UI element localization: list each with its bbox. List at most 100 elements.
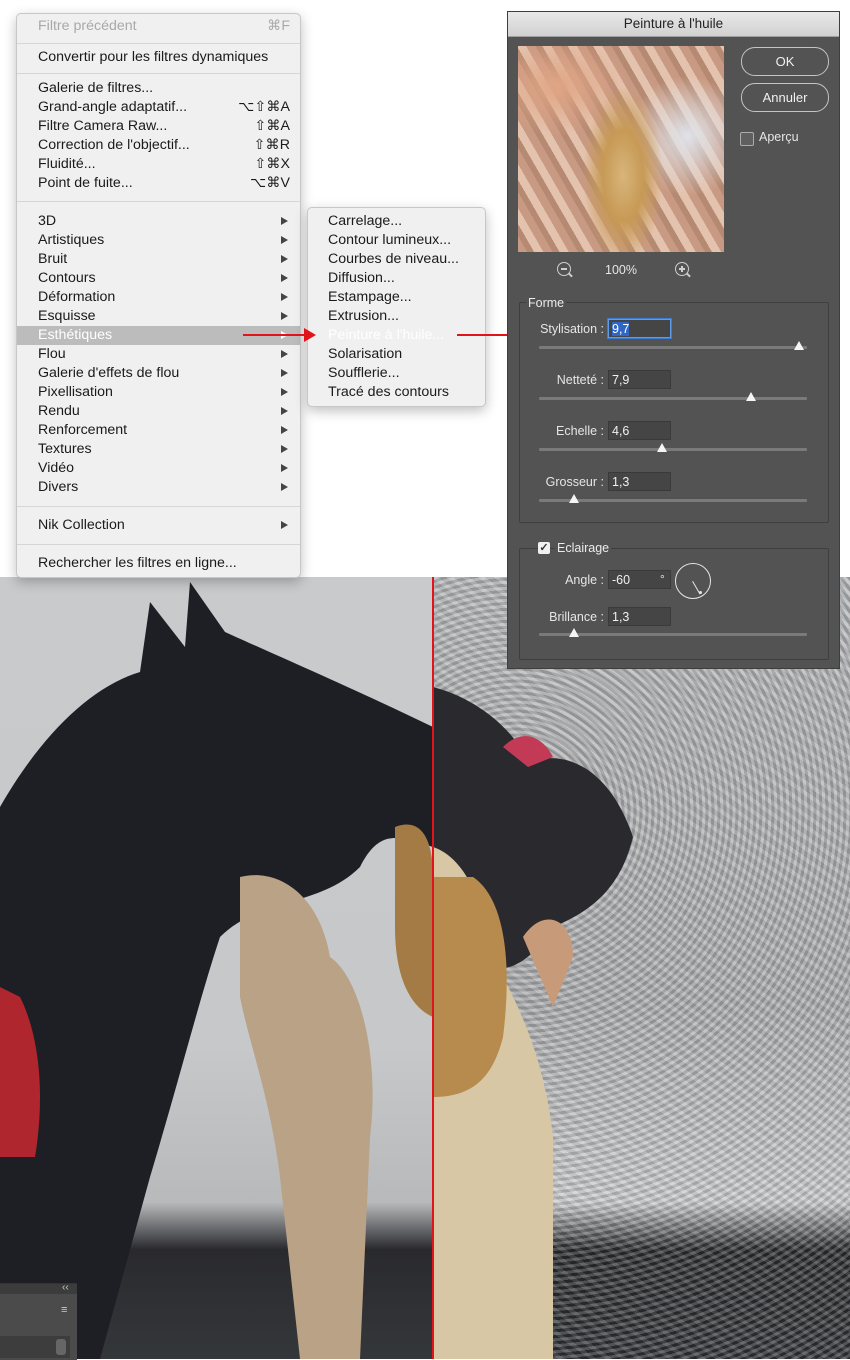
nettete-slider-thumb[interactable] bbox=[745, 392, 756, 401]
angle-value: -60 bbox=[612, 573, 631, 587]
preview-checkbox[interactable] bbox=[740, 132, 754, 146]
submenu-arrow-icon bbox=[281, 388, 288, 396]
submenu-arrow-icon bbox=[281, 483, 288, 491]
menu-item-filter-gallery[interactable]: Galerie de filtres... bbox=[17, 79, 300, 98]
menu-item-deformation[interactable]: Déformation bbox=[17, 288, 300, 307]
menu-item-shortcut: ⇧⌘R bbox=[253, 137, 290, 153]
submenu-item-label: Carrelage... bbox=[328, 213, 403, 229]
submenu-item-courbes-de-niveau[interactable]: Courbes de niveau... bbox=[308, 250, 485, 269]
menu-item-divers[interactable]: Divers bbox=[17, 478, 300, 497]
menu-item-contours[interactable]: Contours bbox=[17, 269, 300, 288]
oil-paint-dialog: Peinture à l'huile OK Annuler Aperçu 100… bbox=[507, 11, 840, 669]
menu-item-blur-gallery[interactable]: Galerie d'effets de flou bbox=[17, 364, 300, 383]
angle-dial-icon[interactable] bbox=[675, 563, 711, 599]
annotation-arrow-to-dialog bbox=[457, 328, 522, 342]
menu-item-shortcut: ⌥⌘V bbox=[250, 175, 290, 191]
submenu-item-contour-lumineux[interactable]: Contour lumineux... bbox=[308, 231, 485, 250]
submenu-arrow-icon bbox=[281, 445, 288, 453]
collapse-panel-icon[interactable]: ‹‹ bbox=[62, 1282, 69, 1293]
submenu-arrow-icon bbox=[281, 407, 288, 415]
menu-item-label: Déformation bbox=[38, 289, 116, 305]
menu-item-renforcement[interactable]: Renforcement bbox=[17, 421, 300, 440]
submenu-item-extrusion[interactable]: Extrusion... bbox=[308, 307, 485, 326]
menu-separator bbox=[17, 201, 300, 202]
ok-button[interactable]: OK bbox=[741, 47, 829, 76]
grosseur-field[interactable]: 1,3 bbox=[608, 472, 671, 491]
eclairage-checkbox[interactable]: ✓ bbox=[538, 542, 550, 554]
grosseur-label: Grosseur : bbox=[545, 475, 604, 489]
menu-item-browse-filters-online[interactable]: Rechercher les filtres en ligne... bbox=[17, 554, 300, 573]
photo-oil-paint-half bbox=[433, 577, 850, 1359]
brillance-field[interactable]: 1,3 bbox=[608, 607, 671, 626]
menu-item-3d[interactable]: 3D bbox=[17, 212, 300, 231]
grosseur-slider[interactable] bbox=[539, 494, 807, 503]
menu-item-pixellisation[interactable]: Pixellisation bbox=[17, 383, 300, 402]
menu-item-lens-correction[interactable]: Correction de l'objectif... ⇧⌘R bbox=[17, 136, 300, 155]
menu-item-label: Correction de l'objectif... bbox=[38, 137, 190, 153]
submenu-item-estampage[interactable]: Estampage... bbox=[308, 288, 485, 307]
menu-item-flou[interactable]: Flou bbox=[17, 345, 300, 364]
menu-item-textures[interactable]: Textures bbox=[17, 440, 300, 459]
submenu-item-trace-des-contours[interactable]: Tracé des contours bbox=[308, 383, 485, 402]
submenu-item-label: Peinture à l'huile... bbox=[328, 327, 445, 343]
horse-and-woman-oil-paint bbox=[433, 687, 633, 1359]
menu-item-camera-raw[interactable]: Filtre Camera Raw... ⇧⌘A bbox=[17, 117, 300, 136]
echelle-slider-thumb[interactable] bbox=[657, 443, 668, 452]
menu-item-label: Nik Collection bbox=[38, 517, 125, 533]
menu-item-vanishing-point[interactable]: Point de fuite... ⌥⌘V bbox=[17, 174, 300, 193]
menu-item-convert-smart-filters[interactable]: Convertir pour les filtres dynamiques bbox=[17, 48, 300, 67]
echelle-value: 4,6 bbox=[612, 424, 630, 438]
menu-item-esquisse[interactable]: Esquisse bbox=[17, 307, 300, 326]
menu-item-label: Renforcement bbox=[38, 422, 128, 438]
brillance-label: Brillance : bbox=[549, 610, 604, 624]
nettete-value: 7,9 bbox=[612, 373, 630, 387]
panel-menu-icon[interactable]: ≡ bbox=[61, 1304, 67, 1316]
menu-item-nik-collection[interactable]: Nik Collection bbox=[17, 516, 300, 535]
menu-item-bruit[interactable]: Bruit bbox=[17, 250, 300, 269]
nettete-slider[interactable] bbox=[539, 392, 807, 401]
zoom-level: 100% bbox=[605, 263, 637, 277]
plus-glyph-v bbox=[681, 266, 683, 272]
submenu-item-carrelage[interactable]: Carrelage... bbox=[308, 212, 485, 231]
menu-separator bbox=[17, 544, 300, 545]
menu-item-shortcut: ⇧⌘X bbox=[254, 156, 290, 172]
minus-glyph bbox=[561, 268, 567, 270]
angle-dial-knob bbox=[699, 591, 702, 594]
echelle-slider[interactable] bbox=[539, 443, 807, 452]
submenu-item-label: Soufflerie... bbox=[328, 365, 400, 381]
submenu-item-soufflerie[interactable]: Soufflerie... bbox=[308, 364, 485, 383]
zoom-in-icon[interactable] bbox=[675, 262, 689, 276]
brillance-slider-thumb[interactable] bbox=[568, 628, 579, 637]
eclairage-group bbox=[519, 548, 829, 660]
panel-scrollbar[interactable] bbox=[56, 1339, 66, 1355]
submenu-item-solarisation[interactable]: Solarisation bbox=[308, 345, 485, 364]
menu-item-video[interactable]: Vidéo bbox=[17, 459, 300, 478]
menu-item-label: Contours bbox=[38, 270, 96, 286]
filter-preview-thumbnail[interactable] bbox=[518, 46, 724, 252]
menu-item-rendu[interactable]: Rendu bbox=[17, 402, 300, 421]
menu-item-label: Pixellisation bbox=[38, 384, 113, 400]
menu-item-label: Bruit bbox=[38, 251, 68, 267]
stylisation-field[interactable]: 9,7 bbox=[608, 319, 671, 338]
zoom-out-icon[interactable] bbox=[557, 262, 571, 276]
stylisation-slider[interactable] bbox=[539, 341, 807, 350]
preview-checkbox-label: Aperçu bbox=[759, 130, 799, 144]
menu-item-label: Fluidité... bbox=[38, 156, 96, 172]
eclairage-group-title: Eclairage bbox=[555, 541, 612, 555]
menu-item-artistiques[interactable]: Artistiques bbox=[17, 231, 300, 250]
nettete-field[interactable]: 7,9 bbox=[608, 370, 671, 389]
menu-item-adaptive-wide-angle[interactable]: Grand-angle adaptatif... ⌥⇧⌘A bbox=[17, 98, 300, 117]
submenu-item-label: Courbes de niveau... bbox=[328, 251, 459, 267]
brillance-slider[interactable] bbox=[539, 628, 807, 637]
echelle-field[interactable]: 4,6 bbox=[608, 421, 671, 440]
menu-item-liquify[interactable]: Fluidité... ⇧⌘X bbox=[17, 155, 300, 174]
cancel-button[interactable]: Annuler bbox=[741, 83, 829, 112]
menu-item-label: Filtre Camera Raw... bbox=[38, 118, 168, 134]
submenu-arrow-icon bbox=[281, 464, 288, 472]
submenu-item-diffusion[interactable]: Diffusion... bbox=[308, 269, 485, 288]
annotation-arrow-to-submenu bbox=[243, 328, 316, 342]
menu-item-label: Vidéo bbox=[38, 460, 75, 476]
grosseur-slider-thumb[interactable] bbox=[568, 494, 579, 503]
stylisation-slider-thumb[interactable] bbox=[793, 341, 804, 350]
submenu-arrow-icon bbox=[281, 350, 288, 358]
